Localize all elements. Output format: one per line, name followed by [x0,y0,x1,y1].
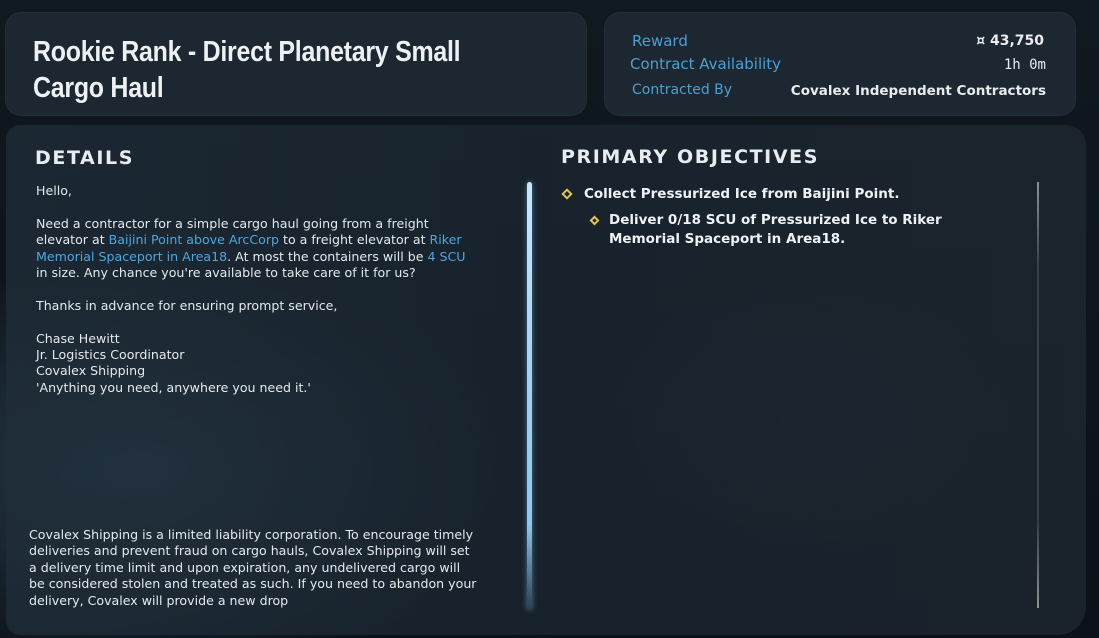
sender-name: Chase Hewitt [36,330,120,346]
details-text: in size. Any chance you're available to … [36,265,416,281]
objective-item: Collect Pressurized Ice from Baijini Poi… [584,186,900,202]
objective-diamond-icon [561,188,573,200]
details-text: . At most the containers will be [227,248,428,264]
objectives-scrollbar[interactable] [1037,182,1039,608]
details-heading: DETAILS [35,147,135,169]
details-body[interactable]: Hello, Need a contractor for a simple ca… [36,183,476,396]
contract-title: Rookie Rank - Direct Planetary Small Car… [33,36,461,104]
details-paragraph: Need a contractor for a simple cargo hau… [36,216,476,282]
details-text: to a freight elevator at [279,232,430,248]
sender-motto: 'Anything you need, anywhere you need it… [36,379,311,395]
sub-objective-item: Deliver 0/18 SCU of Pressurized Ice to R… [609,212,942,247]
sender-title: Jr. Logistics Coordinator [36,347,185,363]
contracted-by-value: Covalex Independent Contractors [790,83,1046,99]
signature-block: Chase Hewitt Jr. Logistics Coordinator C… [36,331,476,397]
sub-objective-diamond-icon [589,215,600,226]
legal-footer: Covalex Shipping is a limited liability … [29,527,477,608]
contracted-by-label: Contracted By [632,82,733,98]
availability-value: 1h 0m [1003,57,1046,73]
availability-label: Contract Availability [630,55,782,73]
contract-info-panel: Reward ¤ 43,750 Contract Availability 1h… [604,12,1076,116]
title-panel: Rookie Rank - Direct Planetary Small Car… [5,12,587,116]
reward-value: ¤ 43,750 [976,33,1044,49]
thanks-line: Thanks in advance for ensuring prompt se… [36,297,338,313]
sender-company: Covalex Shipping [36,363,146,379]
objectives-heading: PRIMARY OBJECTIVES [561,146,820,168]
greeting: Hello, [36,183,72,198]
details-scrollbar[interactable] [527,182,532,610]
origin-location: Baijini Point above ArcCorp [108,232,279,248]
contract-main-panel: DETAILS Hello, Need a contractor for a s… [6,125,1086,635]
cargo-size: 4 SCU [427,248,466,264]
reward-label: Reward [632,32,688,50]
contract-screen: Rookie Rank - Direct Planetary Small Car… [0,0,1099,638]
